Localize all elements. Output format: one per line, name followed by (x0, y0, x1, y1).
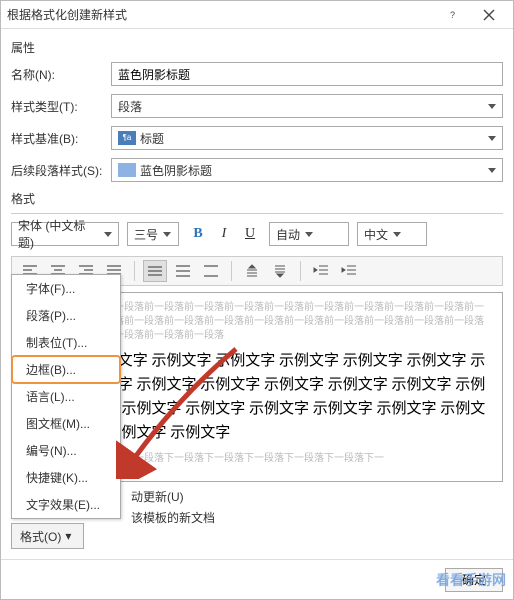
space-before-inc-button[interactable] (240, 260, 264, 282)
indent-dec-button[interactable] (309, 260, 333, 282)
dialog-title: 根据格式化创建新样式 (7, 6, 435, 23)
titlebar: 根据格式化创建新样式 ? (1, 1, 513, 29)
separator (300, 261, 301, 281)
format-menu: 字体(F)... 段落(P)... 制表位(T)... 边框(B)... 语言(… (11, 274, 121, 519)
style-chip-icon: ¶a (118, 131, 136, 145)
style-base-combo[interactable]: ¶a 标题 (111, 126, 503, 150)
italic-button[interactable]: I (213, 223, 235, 245)
linespace-1_5-button[interactable] (171, 260, 195, 282)
font-color-combo[interactable]: 自动 (269, 222, 349, 246)
chevron-down-icon (163, 232, 171, 237)
row-style-type: 样式类型(T): 段落 (11, 94, 503, 118)
linespace-1-button[interactable] (143, 260, 167, 282)
style-base-value: 标题 (140, 130, 164, 147)
underline-button[interactable]: U (239, 223, 261, 245)
style-chip-icon (118, 163, 136, 177)
close-button[interactable] (471, 3, 507, 27)
menu-text-effects[interactable]: 文字效果(E)... (12, 491, 120, 518)
separator (134, 261, 135, 281)
section-format-label: 格式 (11, 190, 503, 207)
follow-label: 后续段落样式(S): (11, 162, 111, 179)
follow-style-value: 蓝色阴影标题 (140, 162, 212, 179)
base-label: 样式基准(B): (11, 130, 111, 147)
menu-frame[interactable]: 图文框(M)... (12, 410, 120, 437)
style-type-value: 段落 (118, 98, 142, 115)
chevron-down-icon (393, 232, 401, 237)
help-button[interactable]: ? (435, 3, 471, 27)
follow-style-combo[interactable]: 蓝色阴影标题 (111, 158, 503, 182)
name-input[interactable] (111, 62, 503, 86)
style-type-combo[interactable]: 段落 (111, 94, 503, 118)
chevron-down-icon (305, 232, 313, 237)
format-button-label: 格式(O) (20, 528, 61, 545)
menu-font[interactable]: 字体(F)... (12, 275, 120, 302)
format-dropdown-button[interactable]: 格式(O) ▾ (11, 523, 84, 549)
language-value: 中文 (364, 226, 388, 243)
font-toolbar: 宋体 (中文标题) 三号 B I U 自动 中文 (11, 222, 503, 246)
section-properties-label: 属性 (11, 39, 503, 56)
chevron-down-icon (488, 104, 496, 109)
font-family-value: 宋体 (中文标题) (18, 217, 99, 251)
chevron-down-icon (488, 168, 496, 173)
name-label: 名称(N): (11, 66, 111, 83)
type-label: 样式类型(T): (11, 98, 111, 115)
font-color-value: 自动 (276, 226, 300, 243)
font-family-combo[interactable]: 宋体 (中文标题) (11, 222, 119, 246)
menu-paragraph[interactable]: 段落(P)... (12, 302, 120, 329)
space-before-dec-button[interactable] (268, 260, 292, 282)
row-name: 名称(N): (11, 62, 503, 86)
watermark: 看看手游网 (436, 570, 506, 590)
font-size-combo[interactable]: 三号 (127, 222, 179, 246)
dialog-create-style: 根据格式化创建新样式 ? 属性 名称(N): 样式类型(T): 段落 样式基准(… (0, 0, 514, 600)
menu-numbering[interactable]: 编号(N)... (12, 437, 120, 464)
bold-button[interactable]: B (187, 223, 209, 245)
svg-text:?: ? (450, 10, 455, 20)
chevron-down-icon (488, 136, 496, 141)
menu-shortcut[interactable]: 快捷键(K)... (12, 464, 120, 491)
row-follow-style: 后续段落样式(S): 蓝色阴影标题 (11, 158, 503, 182)
row-style-base: 样式基准(B): ¶a 标题 (11, 126, 503, 150)
menu-language[interactable]: 语言(L)... (12, 383, 120, 410)
menu-tabs[interactable]: 制表位(T)... (12, 329, 120, 356)
separator (231, 261, 232, 281)
menu-border[interactable]: 边框(B)... (12, 356, 120, 383)
language-combo[interactable]: 中文 (357, 222, 427, 246)
chevron-down-icon (104, 232, 112, 237)
divider (11, 213, 503, 214)
linespace-2-button[interactable] (199, 260, 223, 282)
font-size-value: 三号 (134, 226, 158, 243)
indent-inc-button[interactable] (337, 260, 361, 282)
